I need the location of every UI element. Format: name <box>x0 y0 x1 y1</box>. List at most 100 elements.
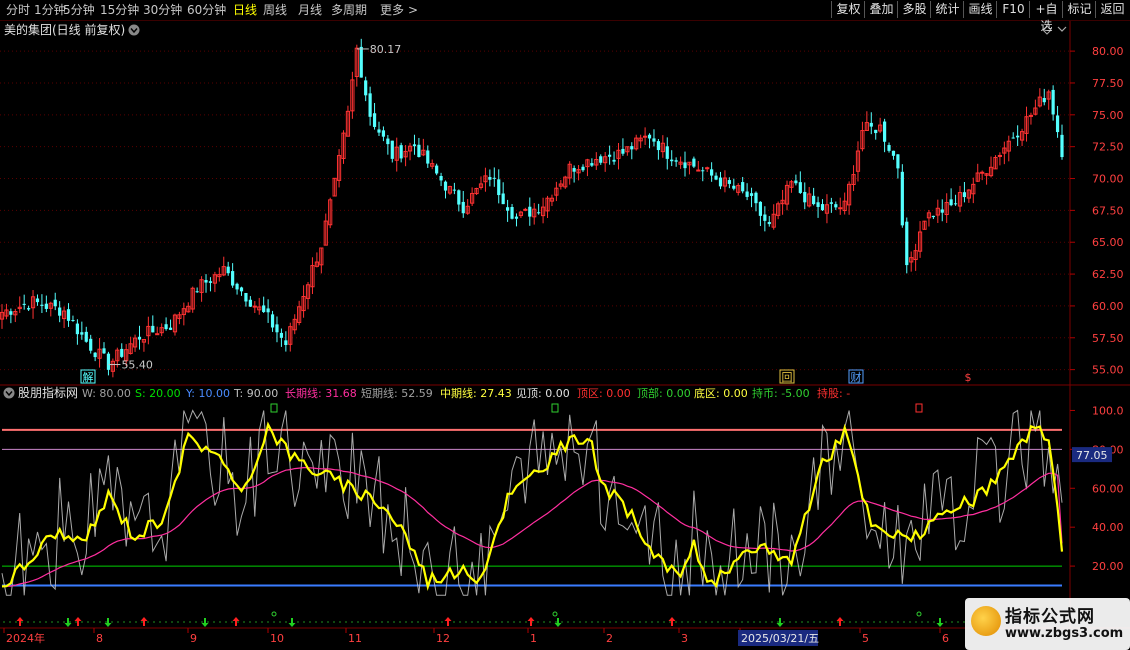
toolbar-button-3[interactable]: 统计 <box>930 1 964 18</box>
indicator-param-1: S: 20.00 <box>135 387 181 400</box>
indicator-param-2: Y: 10.00 <box>185 387 230 400</box>
title-dropdown-icon[interactable] <box>128 24 140 36</box>
buy-arrow-icon-4 <box>444 617 452 626</box>
candle[interactable] <box>447 185 453 195</box>
main-y-tick-label-3: 72.50 <box>1092 141 1124 154</box>
candle[interactable] <box>993 155 998 170</box>
toolbar-button-6[interactable]: +自选 <box>1029 1 1063 33</box>
toolbar-button-0[interactable]: 复权 <box>831 1 865 18</box>
candle[interactable] <box>328 197 333 229</box>
toolbar-button-7[interactable]: 标记 <box>1062 1 1096 18</box>
indicator-param-11: 持币: -5.00 <box>752 386 810 400</box>
time-label-4: 11 <box>348 632 362 645</box>
main-y-tick-label-4: 70.00 <box>1092 173 1124 186</box>
watermark-title: 指标公式网 <box>1005 607 1095 627</box>
time-label-8: 3 <box>681 632 688 645</box>
period-tab-5[interactable]: 60分钟 <box>187 2 226 18</box>
sell-arrow-icon-3 <box>288 618 296 627</box>
period-tab-4[interactable]: 30分钟 <box>143 2 182 18</box>
main-panel-title: 美的集团(日线 前复权) <box>4 22 125 37</box>
toolbar-button-4[interactable]: 画线 <box>963 1 997 18</box>
time-label-7: 2 <box>606 632 613 645</box>
main-y-tick-label-5: 67.50 <box>1092 204 1124 217</box>
indicator-name: 股朋指标网 <box>18 385 78 400</box>
indicator-param-10: 底区: 0.00 <box>694 386 748 400</box>
event-marker-label-1: 回 <box>782 371 793 384</box>
main-y-tick-label-10: 55.00 <box>1092 364 1124 377</box>
indicator-param-6: 中期线: 27.43 <box>440 386 512 400</box>
time-label-11: 6 <box>942 632 949 645</box>
main-y-tick-label-9: 57.50 <box>1092 332 1124 345</box>
indicator-param-5: 短期线: 52.59 <box>361 386 433 400</box>
candle[interactable] <box>563 175 568 189</box>
period-tab-3[interactable]: 15分钟 <box>100 2 139 18</box>
time-label-10: 5 <box>862 632 869 645</box>
indicator-header: 股朋指标网 W: 80.00 S: 20.00 Y: 10.00 T: 90.00 长期线… <box>3 385 850 400</box>
time-label-5: 12 <box>436 632 450 645</box>
main-y-tick-label-6: 65.00 <box>1092 236 1124 249</box>
toolbar-button-8[interactable]: 返回 <box>1095 1 1129 18</box>
period-tab-2[interactable]: 5分钟 <box>63 2 95 18</box>
bottom-circle-marker-0 <box>271 611 277 617</box>
indicator-param-3: T: 90.00 <box>233 387 278 400</box>
event-marker-2[interactable]: 财 <box>848 369 864 384</box>
candle[interactable] <box>900 164 904 228</box>
period-tab-8[interactable]: 月线 <box>298 2 322 18</box>
candle[interactable] <box>922 220 927 230</box>
period-toolbar: 分时 1分钟 5分钟 15分钟 30分钟 60分钟 日线 周线 月线 多周期 更多 > 复权 叠加 多股 统计… <box>0 0 1130 33</box>
watermark: 指标公式网 www.zbgs3.com <box>965 598 1130 650</box>
high-price-label: 80.17 <box>370 43 402 56</box>
ind-y-tick-label-2: 60.00 <box>1092 482 1124 495</box>
indicator-param-4: 长期线: 31.68 <box>285 386 357 400</box>
candle[interactable] <box>905 217 909 274</box>
time-label-0: 2024年 <box>6 631 45 645</box>
chart-canvas[interactable]: 80.00 77.50 75.00 72.50 70.00 67.50 65.00 62.50… <box>0 0 1130 650</box>
event-marker-label-0: 解 <box>83 370 94 384</box>
more-chevron-icon[interactable]: > <box>408 2 418 18</box>
toolbar-button-5[interactable]: F10 <box>996 1 1030 18</box>
top-signal-marker-0 <box>270 403 278 413</box>
mid-term-line <box>1 421 1064 591</box>
main-y-tick-label-7: 62.50 <box>1092 268 1124 281</box>
time-label-6: 1 <box>530 632 537 645</box>
time-label-1: 8 <box>96 632 103 645</box>
event-marker-0[interactable]: 解 <box>80 369 96 384</box>
indicator-dropdown-icon[interactable] <box>3 387 15 399</box>
period-tab-9[interactable]: 多周期 <box>331 2 367 18</box>
indicator-param-7: 见顶: 0.00 <box>516 387 570 400</box>
watermark-url: www.zbgs3.com <box>1005 626 1124 641</box>
watermark-logo-icon <box>971 606 1001 636</box>
top-signal-marker-1 <box>551 403 559 413</box>
event-marker-label-3: $ <box>965 371 972 384</box>
time-label-9: 2025/03/21/五 <box>741 632 819 645</box>
candle[interactable] <box>474 187 479 196</box>
period-tab-7[interactable]: 周线 <box>263 2 287 18</box>
low-price-label: 55.40 <box>121 359 153 372</box>
period-tab-0[interactable]: 分时 <box>6 2 30 18</box>
event-marker-1[interactable]: 回 <box>779 369 795 384</box>
event-marker-label-2: 财 <box>851 370 862 384</box>
period-tab-1[interactable]: 1分钟 <box>34 2 66 18</box>
toolbar-button-1[interactable]: 叠加 <box>864 1 898 18</box>
ind-y-tick-label-0: 100.0 <box>1092 404 1124 417</box>
event-marker-3[interactable]: $ <box>965 371 972 384</box>
current-value-label: 77.05 <box>1076 449 1108 462</box>
main-y-tick-label-2: 75.00 <box>1092 109 1124 122</box>
indicator-param-8: 顶区: 0.00 <box>577 387 631 400</box>
period-tab-6[interactable]: 日线 <box>233 2 257 18</box>
candle[interactable] <box>172 313 178 336</box>
indicator-param-12: 持股: - <box>817 386 850 400</box>
long-term-line <box>2 466 1063 587</box>
candle[interactable] <box>341 130 346 164</box>
ind-y-tick-label-3: 40.00 <box>1092 521 1124 534</box>
top-signal-marker-2 <box>915 403 923 413</box>
buy-arrow-icon-5 <box>527 617 535 626</box>
period-tab-10[interactable]: 更多 <box>380 2 404 18</box>
candle[interactable] <box>190 286 195 313</box>
main-y-tick-label-8: 60.00 <box>1092 300 1124 313</box>
indicator-param-9: 顶部: 0.00 <box>637 386 691 400</box>
sell-arrow-icon-6 <box>936 618 944 627</box>
toolbar-button-2[interactable]: 多股 <box>897 1 931 18</box>
crosshair-date-badge: 2025/03/21/五 <box>738 630 819 646</box>
candle[interactable] <box>332 177 337 197</box>
